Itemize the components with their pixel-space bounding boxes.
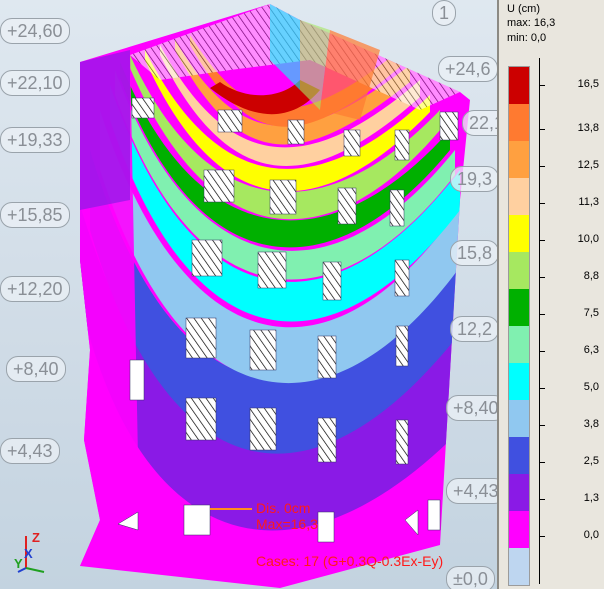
legend-swatch [509, 289, 529, 326]
axis-z-label: Z [32, 530, 40, 545]
model-viewport[interactable]: +24,60 +22,10 +19,33 +15,85 +12,20 +8,40… [0, 0, 497, 589]
level-tag: +24,60 [0, 18, 70, 44]
legend-swatch [509, 215, 529, 252]
legend-value: 16,5 [577, 77, 599, 90]
max-label: Max=16,3 [256, 516, 318, 532]
legend-value: 6,3 [583, 343, 599, 356]
legend-color-bar [508, 66, 530, 586]
legend-tick [539, 350, 545, 352]
level-tag: +15,85 [0, 202, 70, 228]
legend-swatch [509, 141, 529, 178]
legend-min: min: 0,0 [507, 32, 547, 44]
legend-swatch [509, 400, 529, 437]
legend-swatch [509, 437, 529, 474]
legend-swatch [509, 548, 529, 585]
legend-value: 8,8 [583, 269, 599, 282]
legend-tick [539, 424, 545, 426]
legend-tick [539, 165, 545, 167]
legend-swatch [509, 104, 529, 141]
legend-axis-line [539, 58, 540, 584]
legend-value: 13,8 [577, 121, 599, 134]
axis-triad: Z X Y [14, 528, 54, 578]
axis-x-label: X [24, 546, 33, 561]
legend-tick [539, 313, 545, 315]
legend-swatch [509, 363, 529, 400]
legend-tick [539, 498, 545, 500]
legend-value: 11,3 [578, 195, 599, 208]
displacement-label: Dis. 0cm [256, 500, 311, 516]
level-tag: +24,6 [438, 56, 497, 82]
legend-tick [539, 202, 545, 204]
legend-value: 0,0 [583, 528, 599, 541]
legend-value: 1,3 [583, 491, 599, 504]
legend-tick [539, 276, 545, 278]
level-tag: +4,43 [0, 438, 60, 464]
level-tag: +8,40 [6, 356, 66, 382]
legend-value: 2,5 [583, 454, 599, 467]
level-tag: 19,3 [450, 166, 497, 192]
axis-y-label: Y [14, 556, 23, 571]
legend-value: 3,8 [583, 417, 599, 430]
legend-swatch [509, 252, 529, 289]
level-tag: +4,43 [446, 478, 497, 504]
legend-value: 10,0 [577, 232, 599, 245]
level-tag: ±0,0 [446, 566, 495, 589]
legend-tick [539, 461, 545, 463]
load-case-label: Cases: 17 (G+0.3Q-0.3Ex-Ey) [256, 553, 444, 569]
level-tag: 15,8 [450, 240, 497, 266]
legend-swatch [509, 326, 529, 363]
level-tag: +12,20 [0, 276, 70, 302]
legend-tick [539, 128, 545, 130]
legend-value: 12,5 [577, 158, 599, 171]
level-tag: 22,1 [462, 110, 497, 136]
view-number-badge: 1 [432, 0, 457, 26]
legend-tick [539, 535, 545, 537]
legend-tick [539, 84, 545, 86]
legend-value: 5,0 [583, 380, 599, 393]
level-tag: +19,33 [0, 127, 70, 153]
legend-panel: U (cm) max: 16,3 min: 0,0 16,5 13,8 12,5 11… [497, 0, 604, 589]
legend-title: U (cm) [507, 3, 540, 15]
legend-tick [539, 239, 545, 241]
building-3d-model [80, 4, 470, 588]
level-tag: +8,40 [446, 395, 497, 421]
legend-swatch [509, 178, 529, 215]
legend-max: max: 16,3 [507, 17, 556, 29]
level-tag: +22,10 [0, 70, 70, 96]
legend-swatch [509, 511, 529, 548]
legend-value: 7,5 [583, 306, 599, 319]
legend-tick [539, 387, 545, 389]
legend-swatch [509, 474, 529, 511]
level-tag: 12,2 [450, 316, 497, 342]
legend-swatch [509, 67, 529, 104]
